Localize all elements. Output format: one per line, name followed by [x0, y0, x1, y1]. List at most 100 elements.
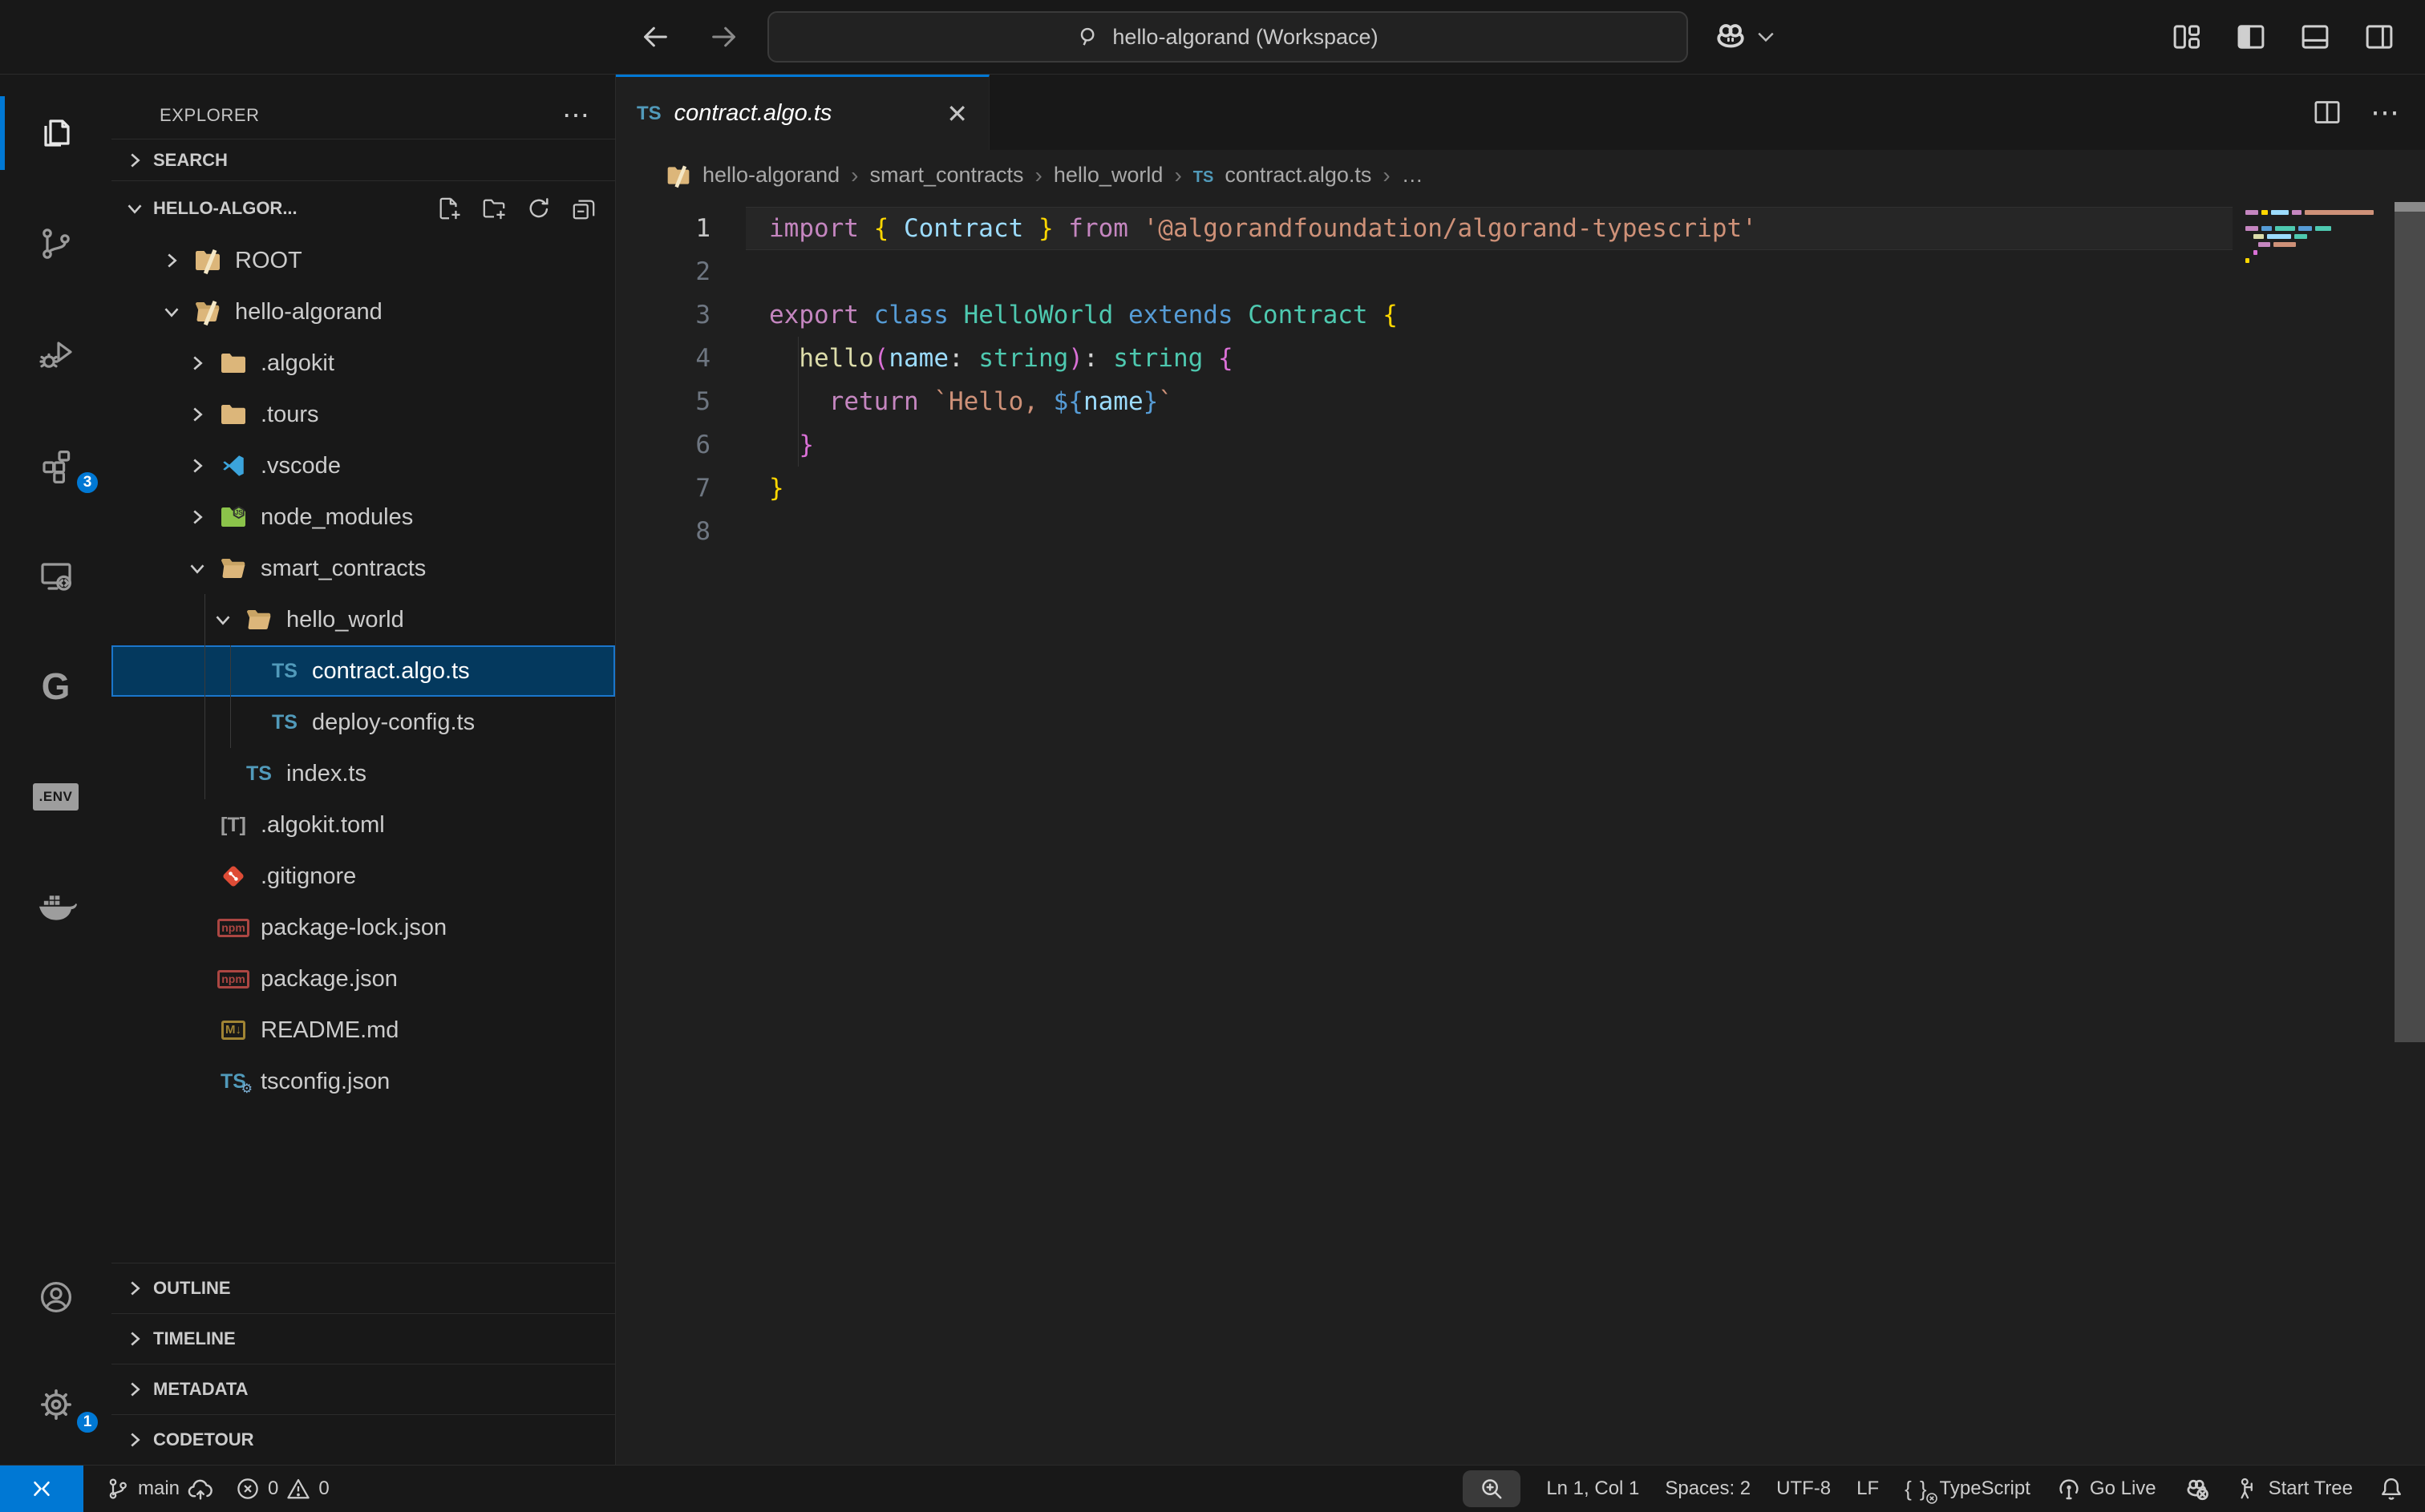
tree-item-algokit-toml[interactable]: [T] .algokit.toml — [111, 799, 615, 851]
dotenv-extension-icon[interactable]: .ENV — [0, 760, 111, 834]
chevron-down-icon — [123, 196, 147, 220]
remote-explorer-activity-icon[interactable] — [0, 539, 111, 612]
refresh-icon[interactable] — [527, 196, 551, 220]
customize-layout-icon[interactable] — [2170, 20, 2204, 54]
workspace-section-header[interactable]: HELLO-ALGOR... — [111, 180, 615, 235]
explorer-more-actions-icon[interactable]: ⋯ — [562, 99, 591, 131]
section-timeline[interactable]: TIMELINE — [111, 1313, 615, 1364]
copilot-menu-button[interactable] — [1712, 11, 1775, 63]
breadcrumb-item[interactable]: hello_world — [1054, 163, 1164, 188]
tree-item-label: .tours — [261, 402, 319, 428]
breadcrumb-separator: › — [1174, 163, 1181, 188]
section-search[interactable]: SEARCH — [111, 139, 615, 180]
new-folder-icon[interactable] — [482, 196, 506, 220]
split-editor-icon[interactable] — [2311, 96, 2343, 128]
tree-item-smart-contracts[interactable]: smart_contracts — [111, 543, 615, 594]
back-icon[interactable] — [638, 19, 673, 55]
screencast-zoom-icon[interactable] — [1463, 1470, 1520, 1507]
tree-item-node-modules[interactable]: JS node_modules — [111, 491, 615, 543]
close-icon[interactable]: ✕ — [946, 99, 968, 129]
remote-indicator[interactable] — [0, 1466, 83, 1512]
env-glyph: .ENV — [33, 783, 79, 811]
nav-arrows — [638, 0, 742, 74]
forward-icon[interactable] — [706, 19, 742, 55]
breadcrumb-item[interactable]: contract.algo.ts — [1225, 163, 1371, 188]
tree-item-index-ts[interactable]: TS index.ts — [111, 748, 615, 799]
docker-extension-icon[interactable] — [0, 871, 111, 944]
indentation-item[interactable]: Spaces: 2 — [1665, 1478, 1751, 1500]
new-file-icon[interactable] — [437, 196, 461, 220]
tree-item-gitignore[interactable]: .gitignore — [111, 851, 615, 902]
broadcast-icon — [2056, 1476, 2082, 1502]
scrollbar[interactable] — [2395, 212, 2425, 1042]
line-number: 7 — [616, 467, 746, 510]
tree-item-algokit[interactable]: .algokit — [111, 338, 615, 389]
encoding-item[interactable]: UTF-8 — [1776, 1478, 1831, 1500]
tree-item-hello-world[interactable]: hello_world — [111, 594, 615, 645]
minimap-slider[interactable] — [2395, 202, 2425, 212]
language-item[interactable]: {} TypeScript — [1905, 1477, 2030, 1502]
chevron-right-icon — [185, 454, 217, 478]
chevron-right-icon — [185, 505, 217, 529]
problems-status-item[interactable]: 0 0 — [236, 1477, 330, 1501]
line-number: 3 — [616, 293, 746, 337]
chevron-right-icon — [123, 1377, 147, 1401]
eol-item[interactable]: LF — [1856, 1478, 1879, 1500]
workspace-folder-icon — [666, 163, 691, 188]
minimap[interactable] — [2241, 207, 2393, 263]
tree-item-tsconfig-json[interactable]: TS⚙ tsconfig.json — [111, 1056, 615, 1107]
node-modules-folder-icon: JS — [217, 503, 249, 532]
section-codetour[interactable]: CODETOUR — [111, 1414, 615, 1465]
section-label: CODETOUR — [153, 1429, 254, 1450]
source-control-activity-icon[interactable] — [0, 207, 111, 281]
braces-icon: {} — [1905, 1477, 1931, 1502]
algorand-extension-icon[interactable]: G — [0, 649, 111, 723]
breadcrumb-item[interactable]: smart_contracts — [869, 163, 1023, 188]
tab-bar: TS contract.algo.ts ✕ ⋯ — [616, 75, 2425, 150]
tree-item-contract-algo-ts[interactable]: TS contract.algo.ts — [111, 645, 615, 697]
cursor-position-item[interactable]: Ln 1, Col 1 — [1546, 1478, 1639, 1500]
tree-item-package-json[interactable]: npm package.json — [111, 953, 615, 1005]
branch-status-item[interactable]: main — [106, 1476, 213, 1502]
tree-item-deploy-config-ts[interactable]: TS deploy-config.ts — [111, 697, 615, 748]
tree-item-package-lock-json[interactable]: npm package-lock.json — [111, 902, 615, 953]
section-outline[interactable]: OUTLINE — [111, 1263, 615, 1313]
breadcrumb-separator: › — [1383, 163, 1390, 188]
breadcrumb-separator: › — [851, 163, 858, 188]
section-metadata[interactable]: METADATA — [111, 1364, 615, 1414]
toggle-secondary-sidebar-icon[interactable] — [2362, 20, 2396, 54]
chevron-right-icon — [123, 1276, 147, 1300]
accounts-icon[interactable] — [0, 1260, 111, 1334]
tree-item-tours[interactable]: .tours — [111, 389, 615, 440]
copilot-status-icon[interactable] — [2182, 1474, 2211, 1503]
more-actions-icon[interactable]: ⋯ — [2370, 95, 2401, 129]
settings-gear-icon[interactable]: 1 — [0, 1368, 111, 1441]
toggle-primary-sidebar-icon[interactable] — [2234, 20, 2268, 54]
folder-icon — [217, 349, 249, 378]
go-live-item[interactable]: Go Live — [2056, 1476, 2156, 1502]
run-debug-activity-icon[interactable] — [0, 317, 111, 391]
sidebar-title: EXPLORER — [160, 105, 260, 126]
file-tree: ROOT hello-algorand .algokit .tours — [111, 235, 615, 1107]
tree-item-vscode[interactable]: .vscode — [111, 440, 615, 491]
notifications-bell-icon[interactable] — [2378, 1476, 2404, 1502]
tree-item-readme-md[interactable]: M↓ README.md — [111, 1005, 615, 1056]
section-label: SEARCH — [153, 150, 228, 171]
toggle-panel-icon[interactable] — [2298, 20, 2332, 54]
start-tree-item[interactable]: Start Tree — [2237, 1477, 2353, 1501]
explorer-activity-icon[interactable] — [0, 96, 111, 170]
breadcrumb-item[interactable]: hello-algorand — [702, 163, 840, 188]
line-number: 2 — [616, 250, 746, 293]
git-branch-icon — [106, 1477, 130, 1501]
command-center-search[interactable]: hello-algorand (Workspace) — [767, 11, 1688, 63]
code-editor[interactable]: 1 import { Contract } from '@algorandfou… — [616, 200, 2425, 1465]
extensions-activity-icon[interactable]: 3 — [0, 428, 111, 502]
tab-contract-algo-ts[interactable]: TS contract.algo.ts ✕ — [616, 75, 990, 150]
tree-item-hello-algorand[interactable]: hello-algorand — [111, 286, 615, 338]
search-icon — [1077, 25, 1101, 49]
collapse-all-icon[interactable] — [572, 196, 596, 220]
code-text: export class HelloWorld extends Contract… — [746, 293, 2233, 337]
tree-item-label: index.ts — [286, 761, 366, 787]
breadcrumb-item[interactable]: … — [1402, 163, 1423, 188]
tree-item-root[interactable]: ROOT — [111, 235, 615, 286]
